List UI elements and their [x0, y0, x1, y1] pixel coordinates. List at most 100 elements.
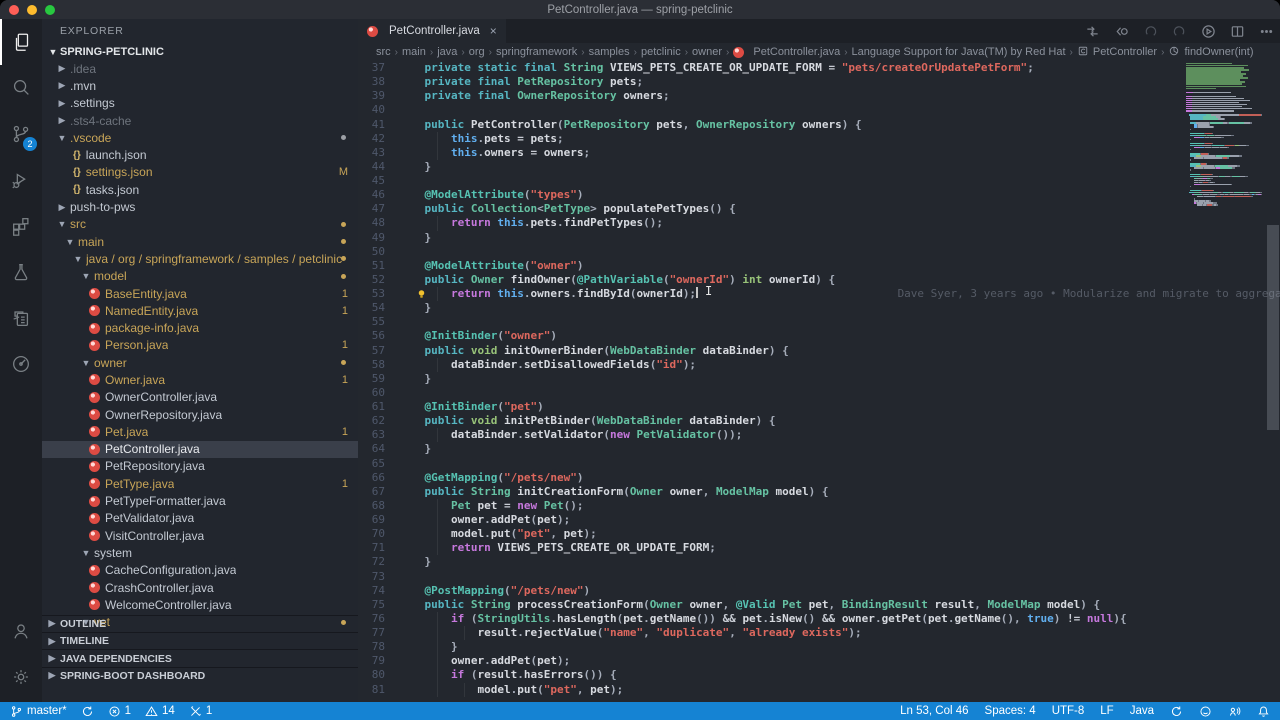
tree-item-push-to-pws[interactable]: ▶push-to-pws [42, 198, 358, 215]
code-line-48[interactable]: 48 return this.pets.findPetTypes(); [358, 216, 1280, 230]
status-ln-53-col-46[interactable]: Ln 53, Col 46 [900, 705, 968, 717]
code-line-43[interactable]: 43 this.owners = owners; [358, 146, 1280, 160]
code-line-54[interactable]: 54 } [358, 301, 1280, 315]
code-line-58[interactable]: 58 dataBinder.setDisallowedFields("id"); [358, 358, 1280, 372]
breadcrumb-language-support-for-java-tm-by-red-hat[interactable]: Language Support for Java(TM) by Red Hat [852, 46, 1066, 58]
activity-search-icon[interactable] [0, 65, 42, 111]
breadcrumb-org[interactable]: org [469, 46, 485, 58]
breadcrumb-src[interactable]: src [376, 46, 391, 58]
code-line-57[interactable]: 57 public void initOwnerBinder(WebDataBi… [358, 344, 1280, 358]
section-outline[interactable]: ▶OUTLINE [42, 615, 358, 632]
code-line-46[interactable]: 46 @ModelAttribute("types") [358, 188, 1280, 202]
code-line-81[interactable]: 81 model.put("pet", pet); [358, 683, 1280, 697]
tree-item-baseentity-java[interactable]: BaseEntity.java1 [42, 285, 358, 302]
activity-test-beaker-icon[interactable] [0, 249, 42, 295]
section-spring-boot-dashboard[interactable]: ▶SPRING-BOOT DASHBOARD [42, 667, 358, 684]
tab-petcontroller[interactable]: PetController.java × [358, 19, 506, 43]
code-line-42[interactable]: 42 this.pets = pets; [358, 132, 1280, 146]
code-line-70[interactable]: 70 model.put("pet", pet); [358, 527, 1280, 541]
code-line-61[interactable]: 61 @InitBinder("pet") [358, 400, 1280, 414]
code-line-75[interactable]: 75 public String processCreationForm(Own… [358, 598, 1280, 612]
open-changes-icon[interactable] [1085, 24, 1100, 39]
code-line-66[interactable]: 66 @GetMapping("/pets/new") [358, 471, 1280, 485]
more-actions-icon[interactable] [1259, 24, 1274, 39]
breadcrumb-java[interactable]: java [437, 46, 457, 58]
status-utf-8[interactable]: UTF-8 [1052, 705, 1085, 717]
tree-item--sts4-cache[interactable]: ▶.sts4-cache [42, 112, 358, 129]
split-editor-icon[interactable] [1230, 24, 1245, 39]
tree-item-ownerrepository-java[interactable]: OwnerRepository.java [42, 406, 358, 423]
breadcrumb-findowner-int-[interactable]: findOwner(int) [1168, 45, 1253, 60]
tree-item-crashcontroller-java[interactable]: CrashController.java [42, 579, 358, 596]
section-java-dependencies[interactable]: ▶JAVA DEPENDENCIES [42, 649, 358, 666]
code-line-62[interactable]: 62 public void initPetBinder(WebDataBind… [358, 414, 1280, 428]
close-window-button[interactable] [9, 5, 19, 15]
code-line-67[interactable]: 67 public String initCreationForm(Owner … [358, 485, 1280, 499]
code-line-60[interactable]: 60 [358, 386, 1280, 400]
status-lf[interactable]: LF [1100, 705, 1113, 717]
tree-item-owner-java[interactable]: Owner.java1 [42, 371, 358, 388]
activity-java-projects-icon[interactable] [0, 295, 42, 341]
activity-spring-boot-dashboard-icon[interactable] [0, 341, 42, 387]
minimap[interactable] [1186, 63, 1262, 206]
code-line-51[interactable]: 51 @ModelAttribute("owner") [358, 259, 1280, 273]
lightbulb-icon[interactable] [416, 288, 427, 300]
code-line-65[interactable]: 65 [358, 457, 1280, 471]
code-line-68[interactable]: 68 Pet pet = new Pet(); [358, 499, 1280, 513]
tree-item--vscode[interactable]: ▼.vscode [42, 129, 358, 146]
code-line-76[interactable]: 76 if (StringUtils.hasLength(pet.getName… [358, 612, 1280, 626]
code-line-78[interactable]: 78 } [358, 640, 1280, 654]
tree-item-visitcontroller-java[interactable]: VisitController.java [42, 527, 358, 544]
tree-item-owner[interactable]: ▼owner [42, 354, 358, 371]
breadcrumb-petclinic[interactable]: petclinic [641, 46, 681, 58]
tree-item-person-java[interactable]: Person.java1 [42, 337, 358, 354]
code-line-53[interactable]: 53 return this.owners.findById(ownerId);… [358, 287, 1280, 301]
tree-item--idea[interactable]: ▶.idea [42, 60, 358, 77]
tree-item-java-org-springframework-samples-petclinic[interactable]: ▼java / org / springframework / samples … [42, 250, 358, 267]
tree-item-package-info-java[interactable]: package-info.java [42, 319, 358, 336]
code-line-71[interactable]: 71 return VIEWS_PETS_CREATE_OR_UPDATE_FO… [358, 541, 1280, 555]
status-git-branch[interactable]: master* [10, 705, 67, 718]
status-bell[interactable] [1257, 705, 1270, 718]
status-sync[interactable] [81, 705, 94, 718]
status-spaces-4[interactable]: Spaces: 4 [985, 705, 1036, 717]
tree-item-petcontroller-java[interactable]: PetController.java [42, 441, 358, 458]
tree-item-pettype-java[interactable]: PetType.java1 [42, 475, 358, 492]
code-line-73[interactable]: 73 [358, 570, 1280, 584]
breadcrumb-petcontroller[interactable]: PetController [1077, 45, 1157, 60]
code-line-72[interactable]: 72 } [358, 555, 1280, 569]
tree-item-settings-json[interactable]: {}settings.jsonM [42, 164, 358, 181]
activity-run-debug-icon[interactable] [0, 157, 42, 203]
status-sync[interactable] [1170, 705, 1183, 718]
breadcrumb-petcontroller-java[interactable]: PetController.java [733, 46, 840, 58]
activity-account-icon[interactable] [0, 608, 42, 654]
tree-item-system[interactable]: ▼system [42, 544, 358, 561]
run-java-icon[interactable] [1201, 24, 1216, 39]
code-line-77[interactable]: 77 result.rejectValue("name", "duplicate… [358, 626, 1280, 640]
go-back-icon[interactable] [1114, 24, 1129, 39]
editor-scrollbar[interactable] [1267, 225, 1279, 430]
status-feedback[interactable] [1199, 705, 1212, 718]
code-line-45[interactable]: 45 [358, 174, 1280, 188]
code-editor[interactable]: 37 private static final String VIEWS_PET… [358, 61, 1280, 702]
code-line-56[interactable]: 56 @InitBinder("owner") [358, 329, 1280, 343]
tree-item-pettypeformatter-java[interactable]: PetTypeFormatter.java [42, 492, 358, 509]
code-line-59[interactable]: 59 } [358, 372, 1280, 386]
status-warning[interactable]: 14 [145, 705, 175, 718]
code-line-69[interactable]: 69 owner.addPet(pet); [358, 513, 1280, 527]
project-root-header[interactable]: ▼ SPRING-PETCLINIC [42, 43, 358, 60]
status-broadcast[interactable] [1228, 705, 1241, 718]
activity-source-control-icon[interactable]: 2 [0, 111, 42, 157]
activity-extensions-icon[interactable] [0, 203, 42, 249]
code-line-55[interactable]: 55 [358, 315, 1280, 329]
breadcrumb-owner[interactable]: owner [692, 46, 722, 58]
code-line-40[interactable]: 40 [358, 103, 1280, 117]
tree-item-pet-java[interactable]: Pet.java1 [42, 423, 358, 440]
code-line-64[interactable]: 64 } [358, 442, 1280, 456]
tree-item-namedentity-java[interactable]: NamedEntity.java1 [42, 302, 358, 319]
breadcrumb-main[interactable]: main [402, 46, 426, 58]
code-line-49[interactable]: 49 } [358, 231, 1280, 245]
code-line-74[interactable]: 74 @PostMapping("/pets/new") [358, 584, 1280, 598]
section-timeline[interactable]: ▶TIMELINE [42, 632, 358, 649]
code-line-79[interactable]: 79 owner.addPet(pet); [358, 654, 1280, 668]
